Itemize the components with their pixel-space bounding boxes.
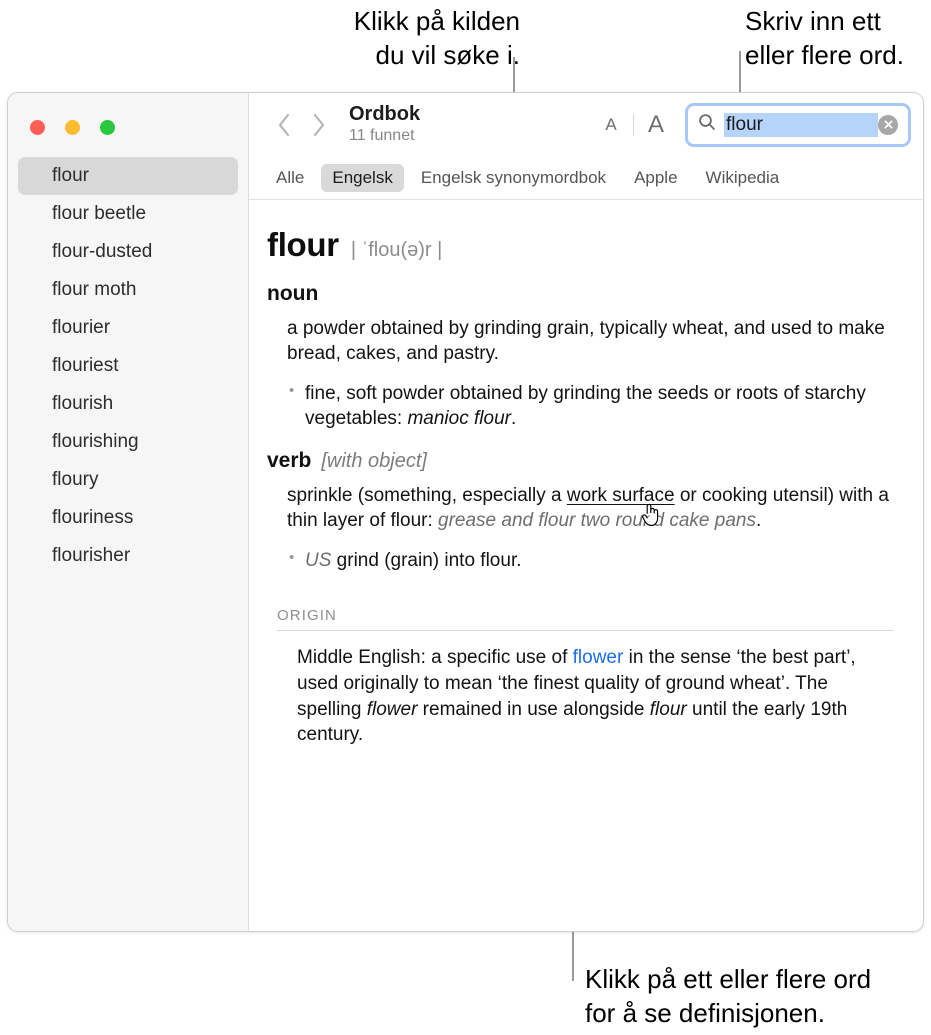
font-size-controls: A A: [594, 111, 673, 139]
minimize-window-button[interactable]: [65, 120, 80, 135]
sidebar-item-flour-dusted[interactable]: flour-dusted: [18, 233, 238, 271]
increase-font-size-button[interactable]: A: [639, 111, 673, 139]
callout-top-right: Skriv inn ett eller flere ord.: [745, 6, 904, 71]
sidebar-item-flourier[interactable]: flourier: [18, 309, 238, 347]
tab-engelsk[interactable]: Engelsk: [321, 163, 404, 192]
noun-sense-1-text: a powder obtained by grinding grain, typ…: [287, 318, 885, 365]
origin-italic-flour: flour: [649, 698, 687, 720]
clear-search-icon[interactable]: [878, 114, 898, 135]
verb-sense-1[interactable]: sprinkle (something, especially a work s…: [267, 483, 893, 534]
sidebar-item-label: flourier: [52, 317, 111, 338]
toolbar-divider: [633, 113, 634, 136]
noun-subsense-1-tail: .: [510, 407, 517, 429]
sidebar-item-label: flour-dusted: [52, 241, 153, 262]
sidebar-item-flour[interactable]: flour: [18, 157, 238, 195]
tab-apple[interactable]: Apple: [623, 164, 688, 192]
headword: flour: [267, 226, 339, 263]
part-of-speech-label: verb: [267, 449, 312, 473]
noun-subsense-1-example: manioc flour: [407, 407, 511, 429]
sidebar-item-label: flour: [52, 165, 89, 186]
toolbar-title-block: Ordbok 11 funnet: [349, 103, 420, 146]
origin-link-flower[interactable]: flower: [573, 647, 624, 668]
tab-engelsk-synonymordbok[interactable]: Engelsk synonymordbok: [410, 164, 617, 192]
result-count: 11 funnet: [349, 127, 415, 144]
screenshot-root: Klikk på kilden du vil søke i. Skriv inn…: [0, 0, 931, 1035]
sidebar-item-label: flour moth: [52, 279, 137, 300]
sidebar-word-list[interactable]: flour flour beetle flour-dusted flour mo…: [8, 93, 249, 931]
verb-sense-1-tail: .: [755, 510, 762, 532]
sidebar-item-label: floury: [52, 469, 99, 490]
verb-grammar-note: [with object]: [321, 450, 427, 473]
sidebar-item-label: flour beetle: [52, 203, 147, 224]
tab-alle[interactable]: Alle: [265, 164, 315, 192]
origin-divider: [277, 629, 893, 631]
noun-subsense-1[interactable]: fine, soft powder obtained by grinding t…: [267, 381, 893, 432]
chevron-left-icon[interactable]: [267, 108, 301, 142]
pronunciation: | ˈflou(ə)r |: [350, 239, 443, 261]
tab-wikipedia[interactable]: Wikipedia: [695, 164, 791, 192]
verb-subsense-1-text: grind (grain) into flour.: [331, 549, 522, 571]
sidebar-item-flour-moth[interactable]: flour moth: [18, 271, 238, 309]
origin-italic-flower: flower: [366, 698, 418, 720]
chevron-right-icon[interactable]: [301, 108, 335, 142]
content-pane: Ordbok 11 funnet A A flour Alle Engelsk …: [249, 93, 923, 931]
verb-subsense-1[interactable]: US grind (grain) into flour.: [267, 548, 893, 573]
search-icon: [698, 113, 716, 136]
sidebar-item-floury[interactable]: floury: [18, 461, 238, 499]
callout-top-left: Klikk på kilden du vil søke i.: [353, 6, 520, 71]
verb-sense-1-example: grease and flour two round cake pans: [438, 510, 756, 532]
search-input-value[interactable]: flour: [724, 112, 878, 137]
decrease-font-size-button[interactable]: A: [594, 115, 628, 135]
dictionary-window: flour flour beetle flour-dusted flour mo…: [7, 92, 924, 932]
sidebar-item-label: flouriness: [52, 507, 134, 528]
close-window-button[interactable]: [30, 120, 45, 135]
noun-subsense-1-text: fine, soft powder obtained by grinding t…: [305, 382, 866, 429]
part-of-speech-noun: noun: [267, 282, 893, 306]
zoom-window-button[interactable]: [100, 120, 115, 135]
headword-row: flour | ˈflou(ə)r |: [267, 226, 893, 264]
sidebar-item-label: flourish: [52, 393, 114, 414]
origin-text-c: remained in use alongside: [417, 698, 650, 720]
origin-text-a: Middle English: a specific use of: [297, 646, 573, 668]
source-tabs: Alle Engelsk Engelsk synonymordbok Apple…: [249, 156, 923, 200]
window-controls: [30, 120, 115, 135]
sidebar-item-flouriest[interactable]: flouriest: [18, 347, 238, 385]
sidebar-item-label: flouriest: [52, 355, 119, 376]
search-field[interactable]: flour: [685, 102, 911, 147]
sidebar-item-flourishing[interactable]: flourishing: [18, 423, 238, 461]
verb-sense-1-text-a: sprinkle (something, especially a: [287, 485, 567, 507]
sidebar-item-flourisher[interactable]: flourisher: [18, 537, 238, 575]
origin-text[interactable]: Middle English: a specific use of flower…: [267, 645, 893, 748]
noun-sense-1[interactable]: a powder obtained by grinding grain, typ…: [267, 316, 893, 367]
sidebar-item-flour-beetle[interactable]: flour beetle: [18, 195, 238, 233]
toolbar: Ordbok 11 funnet A A flour: [249, 93, 923, 156]
sidebar-item-flourish[interactable]: flourish: [18, 385, 238, 423]
part-of-speech-label: noun: [267, 282, 319, 305]
callout-bottom: Klikk på ett eller flere ord for å se de…: [585, 964, 872, 1029]
sidebar-item-flouriness[interactable]: flouriness: [18, 499, 238, 537]
verb-sense-1-hovered-word[interactable]: work surface: [567, 485, 675, 506]
sidebar-item-label: flourisher: [52, 545, 131, 566]
part-of-speech-verb: verb [with object]: [267, 449, 893, 473]
verb-subsense-1-region-label: US: [305, 549, 332, 571]
app-title: Ordbok: [349, 103, 421, 125]
dictionary-entry: flour | ˈflou(ə)r | noun a powder obtain…: [249, 200, 923, 931]
origin-heading: ORIGIN: [277, 606, 337, 624]
search-field-inner: flour: [698, 106, 898, 144]
sidebar-item-label: flourishing: [52, 431, 139, 452]
